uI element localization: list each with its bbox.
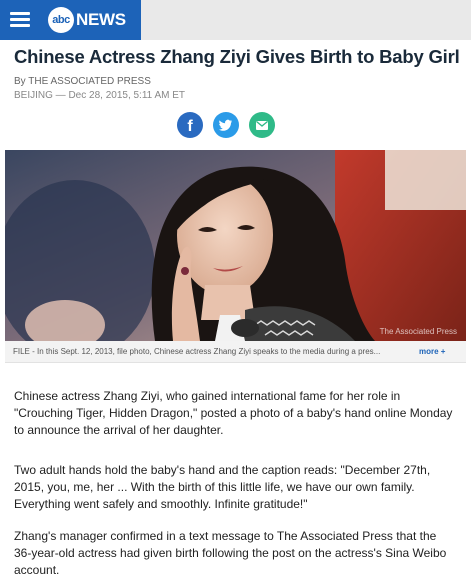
twitter-share-button[interactable] [213,112,239,138]
email-share-button[interactable] [249,112,275,138]
article-photo[interactable]: The Associated Press [5,150,466,341]
twitter-bird-icon [219,119,232,131]
abc-logo-mark: abc [48,7,74,33]
article-paragraph: Chinese actress Zhang Ziyi, who gained i… [14,389,453,437]
photo-caption: FILE - In this Sept. 12, 2013, file phot… [13,347,381,356]
facebook-share-button[interactable]: f [177,112,203,138]
hamburger-menu-icon[interactable] [6,8,34,32]
facebook-icon: f [187,118,193,135]
envelope-icon [256,120,268,130]
photo-caption-bar: FILE - In this Sept. 12, 2013, file phot… [5,341,466,363]
article-paragraph: Two adult hands hold the baby's hand and… [14,463,431,511]
actress-photo: The Associated Press [5,150,466,341]
article-headline: Chinese Actress Zhang Ziyi Gives Birth t… [14,46,460,67]
article-byline: By THE ASSOCIATED PRESS [14,76,151,87]
article-paragraph: Zhang's manager confirmed in a text mess… [14,529,447,577]
news-logo-text: NEWS [76,10,126,29]
top-navigation-bar: abc NEWS [0,0,471,40]
article-dateline: BEIJING — Dec 28, 2015, 5:11 AM ET [14,90,186,101]
caption-more-link[interactable]: more + [419,347,445,356]
photo-watermark: The Associated Press [380,327,457,336]
svg-text:f: f [187,118,193,135]
abc-news-logo[interactable]: abc NEWS [48,7,126,33]
